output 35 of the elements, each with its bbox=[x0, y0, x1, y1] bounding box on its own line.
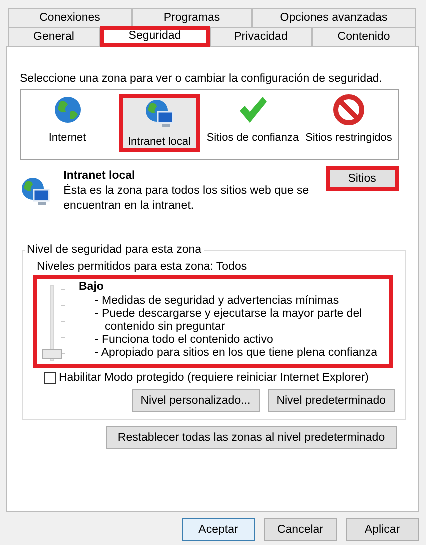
dialog-button[interactable]: Aplicar bbox=[346, 518, 419, 541]
dialog-button[interactable]: Cancelar bbox=[264, 518, 337, 541]
checkbox-label: Habilitar Modo protegido (requiere reiniciar Internet Explorer) bbox=[59, 372, 370, 384]
checkbox[interactable] bbox=[44, 372, 56, 384]
level-detail: - Puede descargarse y ejecutarse la mayor parte del contenido sin preguntar bbox=[94, 308, 364, 334]
zone-description: Ésta es la zona para todos los sitios web que se encuentran en la intranet. bbox=[64, 184, 310, 214]
zone-item[interactable]: Sitios restringidos bbox=[300, 94, 398, 152]
zone-item[interactable]: Intranet local bbox=[119, 94, 200, 152]
tab[interactable]: General bbox=[8, 27, 100, 46]
reset-zones-button[interactable]: Restablecer todas las zonas al nivel predeterminado bbox=[106, 426, 397, 449]
zone-item[interactable]: Sitios de confianza bbox=[206, 94, 300, 152]
slider-thumb[interactable] bbox=[42, 349, 62, 359]
group-title: Nivel de seguridad para esta zona bbox=[26, 244, 203, 256]
level-detail: - Apropiado para sitios en los que tiene plena confianza bbox=[94, 347, 379, 360]
dialog-button[interactable]: Aceptar bbox=[182, 518, 255, 541]
sites-button[interactable]: Sitios bbox=[326, 166, 399, 191]
globe-monitor-icon bbox=[20, 176, 52, 208]
level-name: Bajo bbox=[79, 281, 105, 294]
no-entry-icon bbox=[333, 94, 365, 126]
allowed-levels-text: Niveles permitidos para esta zona: Todos bbox=[37, 261, 248, 273]
globe-monitor-icon bbox=[144, 98, 176, 130]
tab[interactable]: Seguridad bbox=[100, 26, 210, 47]
instruction-text: Seleccione una zona para ver o cambiar la configuración de seguridad. bbox=[20, 73, 384, 85]
level-detail: - Medidas de seguridad y advertencias mínimas bbox=[94, 295, 340, 308]
security-slider[interactable] bbox=[41, 285, 67, 361]
level-button[interactable]: Nivel predeterminado bbox=[268, 389, 395, 412]
tab[interactable]: Conexiones bbox=[8, 8, 132, 27]
tab[interactable]: Programas bbox=[132, 8, 252, 27]
tab[interactable]: Contenido bbox=[312, 27, 416, 46]
level-detail: - Funciona todo el contenido activo bbox=[94, 334, 274, 347]
tab[interactable]: Privacidad bbox=[210, 27, 312, 46]
zone-title: Intranet local bbox=[64, 169, 136, 184]
tab[interactable]: Opciones avanzadas bbox=[252, 8, 416, 27]
level-button[interactable]: Nivel personalizado... bbox=[132, 389, 260, 412]
zone-item[interactable]: Internet bbox=[21, 94, 114, 152]
